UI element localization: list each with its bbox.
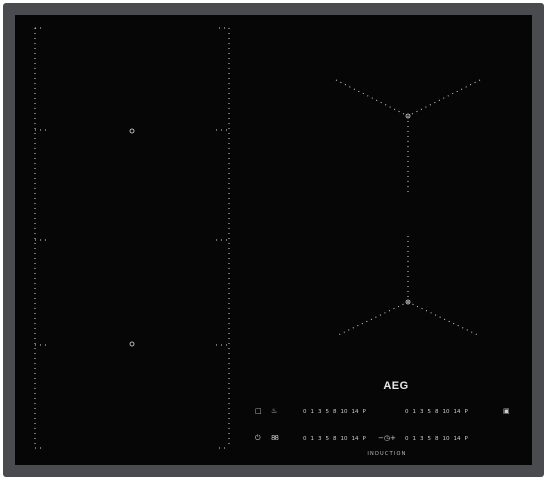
power-scale-front-right[interactable]: 0 1 3 5 8 10 14 P	[405, 436, 468, 442]
power-scale-rear-right[interactable]: 0 1 3 5 8 10 14 P	[405, 409, 468, 415]
minus-plus-icon[interactable]: −◷+	[378, 435, 396, 442]
control-panel: □ ♨ 0 1 3 5 8 10 14 P 0 1 3 5 8 10 14 P ▣ ⏻ 88 0 1 3 5 8 10…	[0, 0, 547, 480]
stop-go-icon[interactable]: ▣	[503, 408, 510, 415]
power-scale-front-left[interactable]: 0 1 3 5 8 10 14 P	[303, 409, 366, 415]
induction-label: INDUCTION	[367, 451, 407, 457]
power-scale-rear-left[interactable]: 0 1 3 5 8 10 14 P	[303, 436, 366, 442]
display-icon: 88	[271, 434, 279, 442]
lock-icon[interactable]: □	[255, 408, 262, 415]
power-icon[interactable]: ⏻	[255, 435, 261, 442]
chef-hat-icon[interactable]: ♨	[271, 408, 277, 415]
